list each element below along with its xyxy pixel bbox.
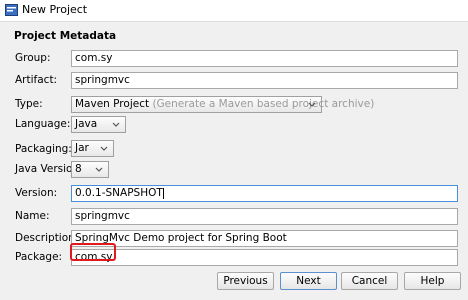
artifact-value: springmvc (75, 74, 130, 86)
type-hint: (Generate a Maven based project archive) (152, 98, 375, 110)
version-value: 0.0.1-SNAPSHOT (75, 187, 163, 199)
group-label: Group: (15, 52, 51, 64)
packaging-value: Jar (75, 142, 89, 154)
packaging-label: Packaging: (15, 143, 72, 155)
type-select[interactable]: Maven Project (Generate a Maven based pr… (71, 96, 374, 113)
package-highlight-box (70, 243, 116, 261)
name-value: springmvc (75, 210, 130, 222)
cancel-button[interactable]: Cancel (341, 272, 398, 290)
version-label: Version: (15, 187, 58, 199)
help-button[interactable]: Help (404, 272, 461, 290)
chevron-down-icon (94, 163, 104, 176)
description-field[interactable]: SpringMvc Demo project for Spring Boot (71, 230, 458, 247)
name-field[interactable]: springmvc (71, 208, 458, 225)
chevron-down-icon (307, 98, 317, 111)
chevron-down-icon (99, 142, 109, 155)
group-field[interactable]: com.sy (71, 50, 458, 67)
java-version-value: 8 (75, 163, 82, 175)
title-bar: New Project (0, 0, 468, 22)
group-value: com.sy (75, 52, 113, 64)
artifact-label: Artifact: (15, 74, 58, 86)
artifact-field[interactable]: springmvc (71, 72, 458, 89)
previous-button[interactable]: Previous (217, 272, 274, 290)
dialog-content: Project Metadata Group: com.sy Artifact:… (0, 22, 468, 300)
type-label: Type: (15, 98, 43, 110)
window-title: New Project (22, 3, 88, 16)
language-label: Language: (15, 118, 71, 130)
app-icon (5, 4, 18, 16)
package-label: Package: (15, 251, 63, 263)
package-field[interactable]: com.sy (71, 249, 458, 266)
text-caret (162, 187, 164, 199)
language-value: Java (75, 118, 98, 130)
language-select[interactable]: Java (71, 116, 126, 133)
version-field[interactable]: 0.0.1-SNAPSHOT (71, 185, 458, 202)
description-label: Description: (15, 232, 79, 244)
type-value: Maven Project (75, 98, 150, 110)
section-heading: Project Metadata (14, 30, 117, 42)
chevron-down-icon (111, 118, 121, 131)
next-button[interactable]: Next (280, 272, 337, 290)
packaging-select[interactable]: Jar (71, 140, 114, 157)
name-label: Name: (15, 210, 50, 222)
java-version-select[interactable]: 8 (71, 161, 109, 178)
